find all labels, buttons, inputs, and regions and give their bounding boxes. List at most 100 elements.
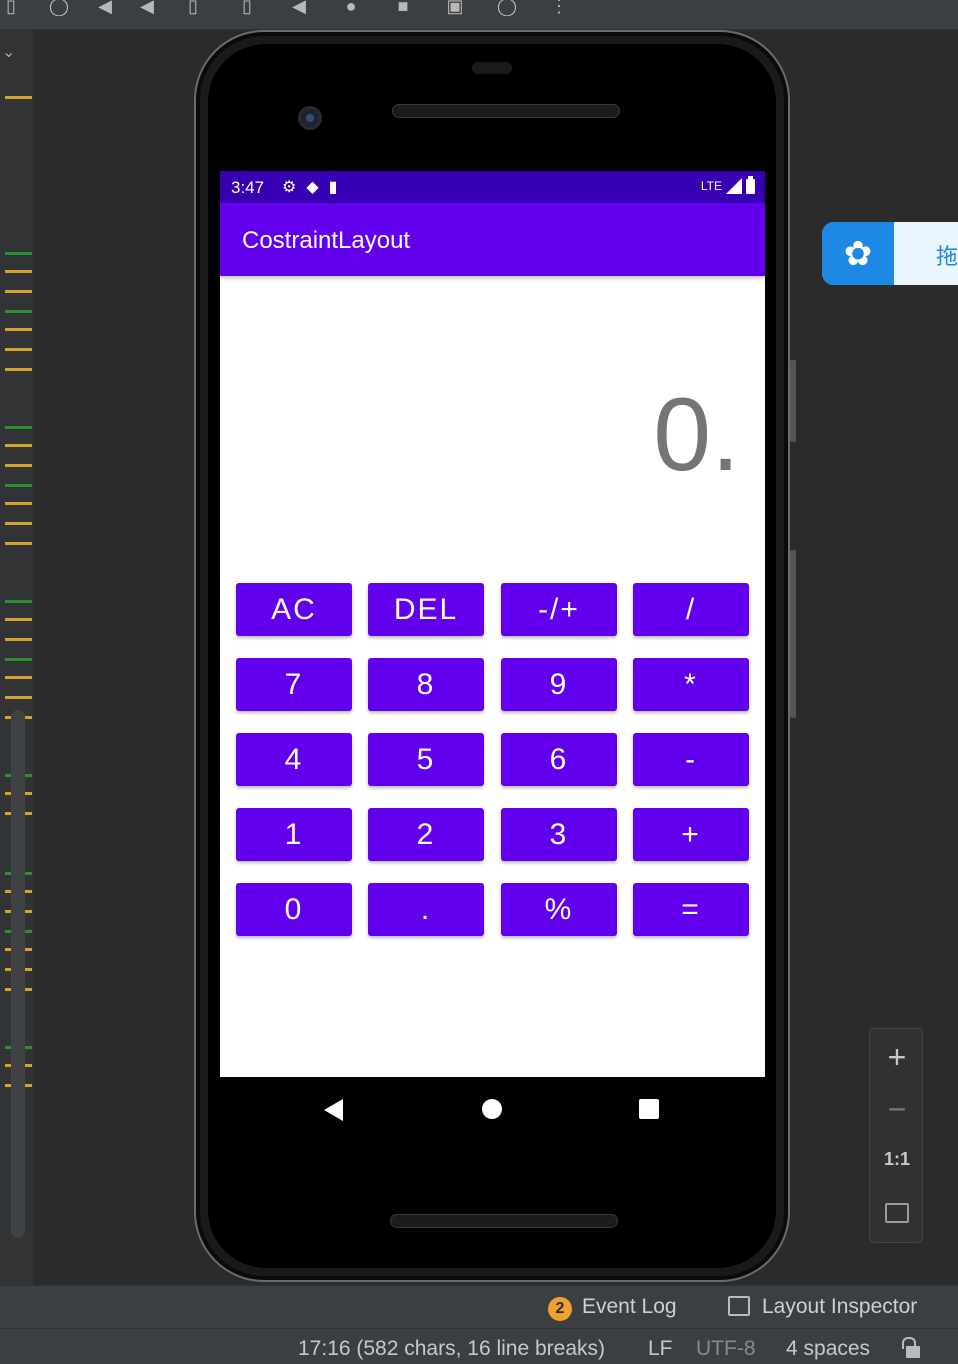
more-icon[interactable]: ⋮ [548, 0, 570, 16]
battery-icon [746, 175, 755, 194]
change-marker [5, 484, 32, 487]
change-marker [5, 464, 32, 467]
key-multiply[interactable]: * [633, 658, 749, 711]
change-marker [5, 368, 32, 371]
zoom-out-button[interactable]: − [870, 1091, 924, 1128]
app-screen: 3:47 ⚙◆▮ LTE CostraintLayout 0. AC DEL -… [220, 171, 765, 1077]
android-nav-bar [220, 1077, 765, 1141]
change-marker [5, 542, 32, 545]
key-0[interactable]: 0 [236, 883, 352, 936]
gutter-scrollbar[interactable] [11, 710, 25, 1238]
event-log-tab[interactable]: Event Log [582, 1295, 677, 1319]
key-4[interactable]: 4 [236, 733, 352, 786]
change-marker [5, 696, 32, 699]
line-separator[interactable]: LF [648, 1337, 673, 1361]
change-marker [5, 522, 32, 525]
key-ac[interactable]: AC [236, 583, 352, 636]
change-marker [5, 252, 32, 255]
change-marker [5, 502, 32, 505]
key-2[interactable]: 2 [368, 808, 484, 861]
cloud-logo-icon: ✿ [822, 222, 894, 285]
record-icon[interactable]: ● [340, 0, 362, 16]
caret-position[interactable]: 17:16 (582 chars, 16 line breaks) [298, 1337, 605, 1361]
key-5[interactable]: 5 [368, 733, 484, 786]
app-title: CostraintLayout [242, 227, 411, 254]
change-marker [5, 96, 32, 99]
status-time: 3:47 [231, 178, 265, 197]
fit-screen-button[interactable] [870, 1203, 924, 1228]
indent-setting[interactable]: 4 spaces [786, 1337, 870, 1361]
chevron-down-icon[interactable]: ⌄ [2, 42, 15, 62]
change-marker [5, 328, 32, 331]
key-percent[interactable]: % [501, 883, 617, 936]
android-status-bar: 3:47 ⚙◆▮ LTE [220, 171, 765, 203]
nav-home-icon[interactable] [482, 1099, 502, 1119]
key-6[interactable]: 6 [501, 733, 617, 786]
key-divide[interactable]: / [633, 583, 749, 636]
calculator-display: 0. [653, 377, 740, 493]
ide-status-bar: 17:16 (582 chars, 16 line breaks) LF UTF… [0, 1328, 958, 1364]
earpiece-slot [472, 62, 512, 74]
key-subtract[interactable]: - [633, 733, 749, 786]
floating-panel-text: 拖 [936, 245, 958, 270]
change-marker [5, 658, 32, 661]
zoom-in-button[interactable]: + [870, 1039, 924, 1076]
change-marker [5, 676, 32, 679]
sd-card-icon: ▮ [328, 179, 348, 196]
key-negate[interactable]: -/+ [501, 583, 617, 636]
back-icon[interactable]: ◀ [288, 0, 310, 16]
layout-inspector-icon [728, 1296, 750, 1316]
key-1[interactable]: 1 [236, 808, 352, 861]
nav-recents-icon[interactable] [639, 1099, 659, 1119]
camera-icon[interactable]: ▣ [444, 0, 466, 16]
file-encoding[interactable]: UTF-8 [696, 1337, 756, 1361]
top-speaker [392, 104, 620, 118]
event-log-badge: 2 [548, 1297, 572, 1321]
actual-size-button[interactable]: 1:1 [870, 1149, 924, 1170]
timer-icon[interactable]: ◯ [496, 0, 518, 16]
app-bar: CostraintLayout [220, 203, 765, 276]
settings-icon: ⚙ [282, 179, 307, 196]
zoom-controls: + − 1:1 [869, 1028, 923, 1243]
status-right: LTE [701, 175, 755, 194]
rotate-right-icon[interactable]: ▯ [236, 0, 258, 16]
front-camera-icon [298, 106, 322, 130]
emulator-toolbar: ▯ ◯ ◀ ◀ ▯ ▯ ◀ ● ■ ▣ ◯ ⋮ [0, 0, 958, 30]
key-equals[interactable]: = [633, 883, 749, 936]
key-3[interactable]: 3 [501, 808, 617, 861]
notification-icons: ⚙◆▮ [282, 177, 347, 197]
fit-screen-icon [885, 1203, 909, 1223]
key-9[interactable]: 9 [501, 658, 617, 711]
change-marker [5, 600, 32, 603]
key-decimal[interactable]: . [368, 883, 484, 936]
rotate-left-icon[interactable]: ▯ [182, 0, 204, 16]
power-button[interactable] [790, 360, 796, 442]
change-marker [5, 310, 32, 313]
change-marker [5, 290, 32, 293]
change-marker [5, 618, 32, 621]
change-marker [5, 638, 32, 641]
signal-icon [726, 178, 742, 194]
device-icon[interactable]: ▯ [0, 0, 22, 16]
key-del[interactable]: DEL [368, 583, 484, 636]
nav-back-icon[interactable] [324, 1099, 343, 1121]
key-7[interactable]: 7 [236, 658, 352, 711]
volume-up-icon[interactable]: ◀ [94, 0, 116, 16]
floating-drag-panel[interactable]: ✿ 拖 [822, 222, 958, 285]
stop-icon[interactable]: ■ [392, 0, 414, 16]
refresh-icon[interactable]: ◯ [48, 0, 70, 16]
editor-gutter: ⌄ [0, 30, 34, 1285]
change-marker [5, 270, 32, 273]
key-8[interactable]: 8 [368, 658, 484, 711]
change-marker [5, 444, 32, 447]
key-add[interactable]: + [633, 808, 749, 861]
volume-button[interactable] [790, 550, 796, 718]
change-marker [5, 348, 32, 351]
shield-icon: ◆ [306, 179, 329, 196]
bottom-speaker [390, 1214, 618, 1228]
lock-icon[interactable] [900, 1337, 920, 1359]
change-marker [5, 426, 32, 429]
tool-window-bar: 2 Event Log Layout Inspector [0, 1285, 958, 1328]
layout-inspector-tab[interactable]: Layout Inspector [762, 1295, 917, 1319]
volume-down-icon[interactable]: ◀ [136, 0, 158, 16]
